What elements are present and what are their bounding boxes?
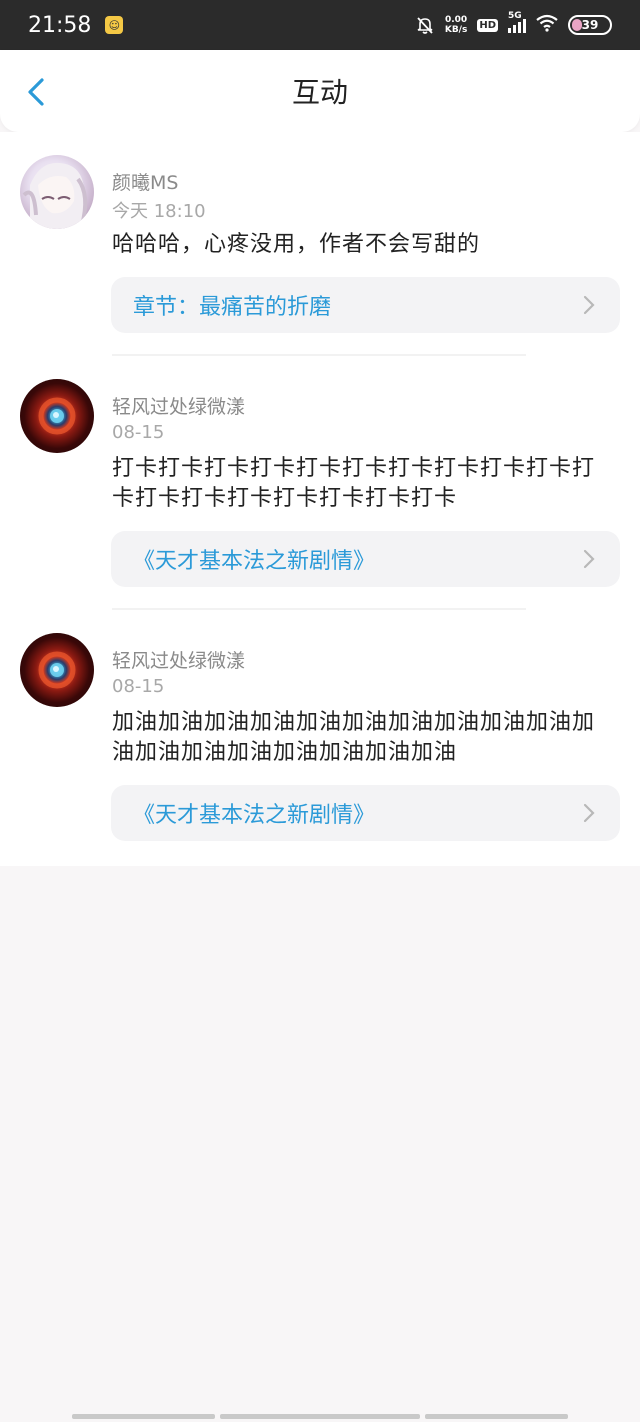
bell-off-icon [415,15,435,35]
comment-text: 哈哈哈，心疼没用，作者不会写甜的 [112,232,481,257]
status-bar: 21:58 ☺ 0.00 KB/s HD 5G 39 [0,0,640,50]
user-name[interactable]: 轻风过处绿微漾 [112,392,245,419]
source-card[interactable]: 《天才基本法之新剧情》 [111,531,620,587]
chevron-right-icon [583,295,595,315]
signal-icon: 5G [508,11,526,33]
user-name[interactable]: 轻风过处绿微漾 [112,646,245,673]
avatar[interactable] [20,633,94,707]
gesture-bar-center[interactable] [220,1414,420,1419]
post-time: 今天 18:10 [112,201,206,222]
status-icons: 0.00 KB/s HD 5G 39 [415,11,612,36]
chevron-right-icon [583,803,595,823]
navigation-gesture-bar[interactable] [0,1414,640,1420]
list-item[interactable]: 轻风过处绿微漾 08-15 打卡打卡打卡打卡打卡打卡打卡打卡打卡打卡打卡打卡打卡… [0,358,640,612]
list-item[interactable]: 颜曦MS 今天 18:10 哈哈哈，心疼没用，作者不会写甜的 章节：最痛苦的折磨 [0,132,640,358]
comment-text: 打卡打卡打卡打卡打卡打卡打卡打卡打卡打卡打卡打卡打卡打卡打卡打卡打卡打卡 [112,456,596,511]
cat-face-icon: ☺ [105,16,124,34]
divider [112,608,526,610]
divider [112,354,526,356]
avatar[interactable] [20,379,94,453]
avatar[interactable] [20,155,94,229]
back-button[interactable] [22,77,52,107]
source-link: 《天才基本法之新剧情》 [133,549,376,574]
comment-text: 加油加油加油加油加油加油加油加油加油加油加油加油加油加油加油加油加油加油 [112,710,596,765]
source-card[interactable]: 章节：最痛苦的折磨 [111,277,620,333]
header: 互动 [0,50,640,132]
user-name[interactable]: 颜曦MS [112,168,178,195]
chevron-right-icon [583,549,595,569]
post-time: 08-15 [112,676,165,697]
net-speed-unit: KB/s [444,25,468,35]
hd-icon: HD [477,18,498,32]
post-time: 08-15 [112,422,165,443]
source-card[interactable]: 《天才基本法之新剧情》 [111,785,620,841]
chevron-left-icon [28,78,44,106]
source-link: 《天才基本法之新剧情》 [133,803,376,828]
interaction-list: 颜曦MS 今天 18:10 哈哈哈，心疼没用，作者不会写甜的 章节：最痛苦的折磨… [0,132,640,866]
net-speed-value: 0.00 [444,15,468,25]
battery-icon: 39 [568,15,612,35]
gesture-bar-left[interactable] [72,1414,215,1419]
wifi-icon [536,14,558,36]
gesture-bar-right[interactable] [425,1414,568,1419]
source-link: 章节：最痛苦的折磨 [133,295,332,320]
page-title: 互动 [291,76,348,109]
battery-level: 39 [581,18,599,32]
network-type: 5G [508,11,522,21]
status-time: 21:58 [28,12,92,38]
net-speed: 0.00 KB/s [445,15,467,35]
battery-fill [572,19,582,31]
list-item[interactable]: 轻风过处绿微漾 08-15 加油加油加油加油加油加油加油加油加油加油加油加油加油… [0,612,640,866]
